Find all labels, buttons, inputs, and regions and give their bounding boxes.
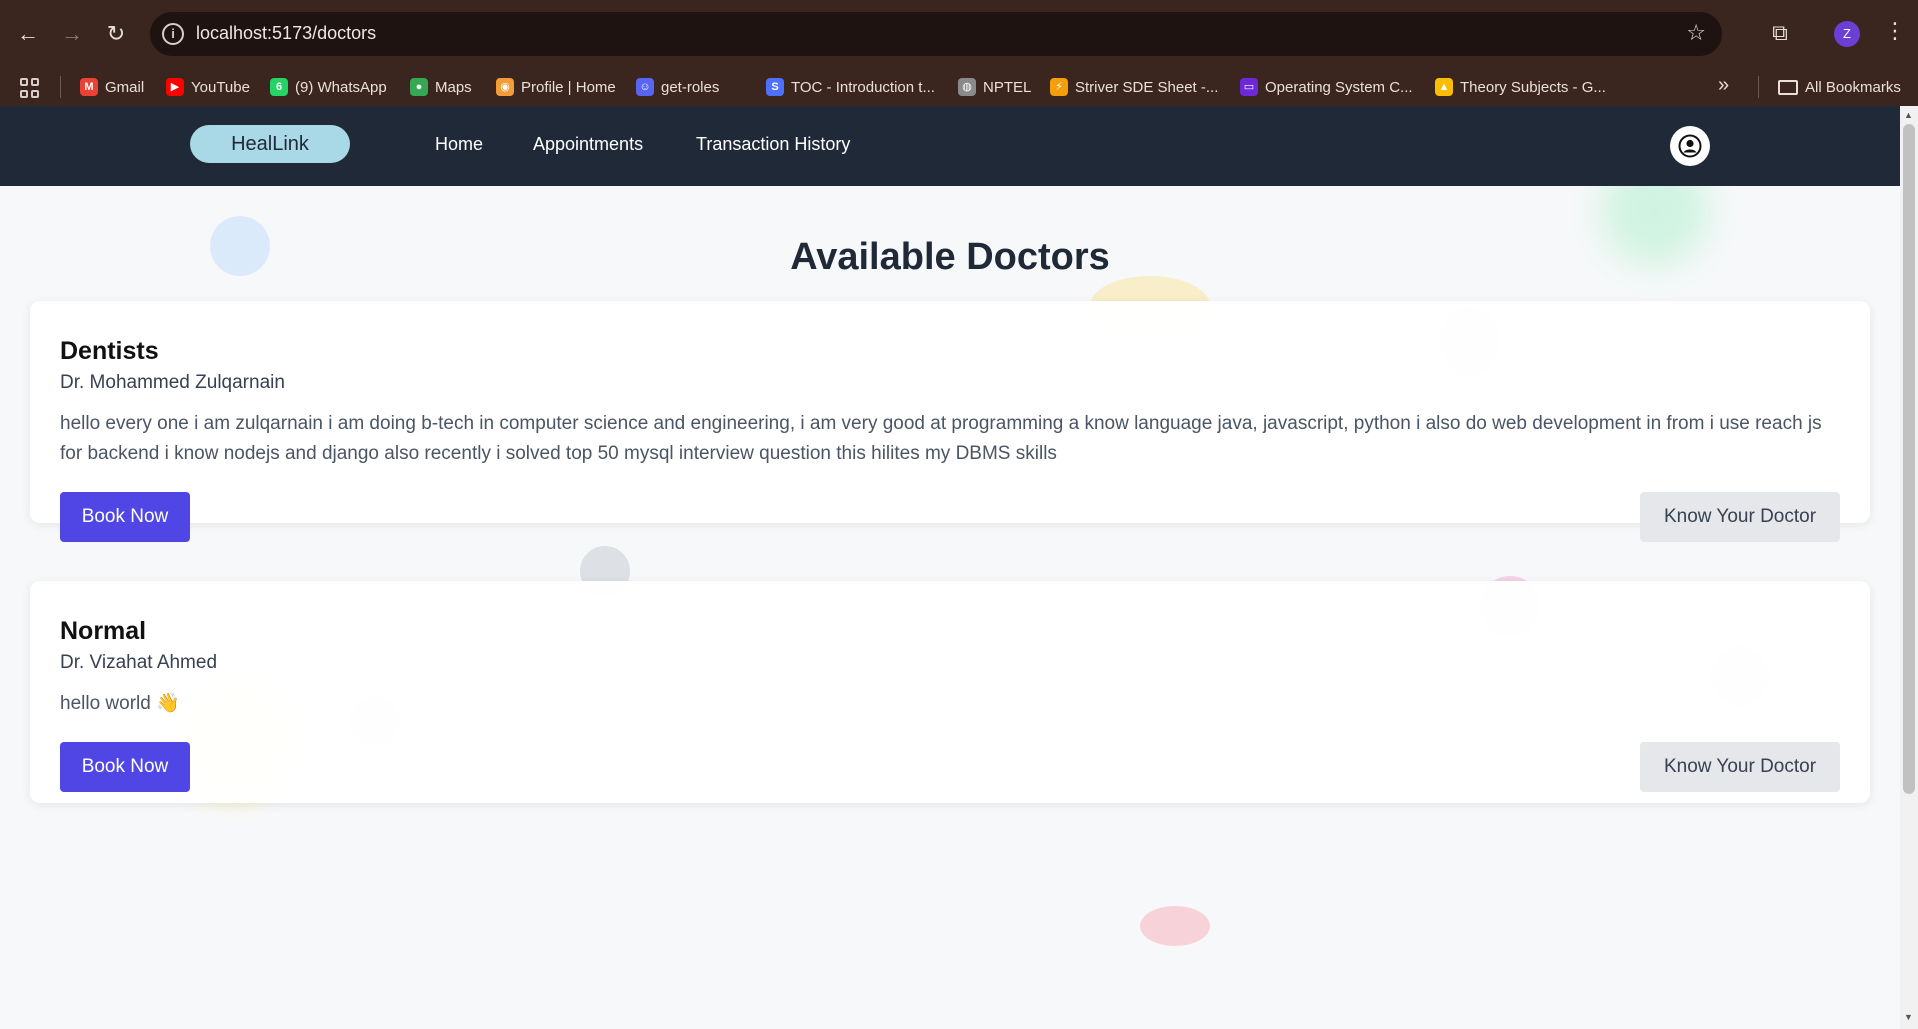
more-bookmarks-icon[interactable]: » — [1718, 74, 1729, 97]
url-text[interactable]: localhost:5173/doctors — [196, 23, 376, 44]
maps-icon: ● — [410, 78, 428, 96]
know-your-doctor-button[interactable]: Know Your Doctor — [1640, 742, 1840, 792]
doctor-name: Dr. Mohammed Zulqarnain — [60, 372, 285, 393]
bookmark-label: Maps — [435, 78, 472, 96]
profile-site-icon: ◉ — [496, 78, 514, 96]
browser-profile-avatar[interactable]: Z — [1834, 21, 1860, 47]
scroll-down-arrow-icon[interactable]: ▼ — [1904, 1012, 1913, 1022]
bookmark-label: Striver SDE Sheet -... — [1075, 78, 1219, 96]
bookmark-label: (9) WhatsApp — [295, 78, 387, 96]
bookmark-label: TOC - Introduction t... — [791, 78, 935, 96]
address-bar[interactable]: i localhost:5173/doctors ☆ — [150, 12, 1722, 56]
nav-link-appointments[interactable]: Appointments — [533, 134, 643, 155]
site-info-icon[interactable]: i — [162, 23, 184, 45]
all-bookmarks-button[interactable]: All Bookmarks — [1778, 68, 1901, 106]
bookmark-item[interactable]: ◉ Profile | Home — [496, 68, 616, 106]
browser-menu-icon[interactable]: ⋮ — [1884, 18, 1906, 44]
os-course-icon: ▭ — [1240, 78, 1258, 96]
doctor-name: Dr. Vizahat Ahmed — [60, 652, 218, 673]
bookmark-label: Profile | Home — [521, 78, 616, 96]
brand-logo-button[interactable]: HealLink — [190, 125, 350, 163]
bookmark-item[interactable]: ▶ YouTube — [166, 68, 250, 106]
bookmark-label: Theory Subjects - G... — [1460, 78, 1606, 96]
striver-icon: ⚡ — [1050, 78, 1068, 96]
doctor-card: Normal Dr. Vizahat Ahmed hello world 👋 B… — [30, 581, 1870, 803]
back-arrow-icon[interactable]: ← — [12, 18, 44, 50]
apps-grid-icon[interactable] — [20, 78, 40, 98]
bookmark-label: Gmail — [105, 78, 145, 96]
bookmark-item[interactable]: 6 (9) WhatsApp — [270, 68, 387, 106]
forward-arrow-icon[interactable]: → — [56, 18, 88, 50]
doctor-category: Dentists — [60, 337, 159, 365]
page-title: Available Doctors — [790, 236, 1110, 278]
scroll-up-arrow-icon[interactable]: ▲ — [1904, 110, 1913, 120]
book-now-button[interactable]: Book Now — [60, 492, 190, 542]
folder-icon — [1778, 79, 1798, 95]
bookmark-item[interactable]: ◍ NPTEL — [958, 68, 1031, 106]
page-viewport: HealLink Home Appointments Transaction H… — [0, 106, 1900, 1029]
bookmark-label: Operating System C... — [1265, 78, 1413, 96]
know-your-doctor-button[interactable]: Know Your Doctor — [1640, 492, 1840, 542]
bookmark-label: NPTEL — [983, 78, 1032, 96]
bookmark-star-icon[interactable]: ☆ — [1686, 20, 1706, 46]
browser-toolbar: ← → ↻ i localhost:5173/doctors ☆ ⧉ Z ⋮ — [0, 0, 1918, 68]
user-circle-icon — [1678, 134, 1702, 158]
gmail-icon: M — [80, 78, 98, 96]
doctor-card: Dentists Dr. Mohammed Zulqarnain hello e… — [30, 301, 1870, 542]
whatsapp-icon: 6 — [270, 78, 288, 96]
bookmark-item[interactable]: S TOC - Introduction t... — [766, 68, 935, 106]
nptel-icon: ◍ — [958, 78, 976, 96]
reload-icon[interactable]: ↻ — [100, 18, 132, 50]
bookmarks-divider — [60, 76, 61, 98]
nav-link-transaction-history[interactable]: Transaction History — [696, 134, 850, 155]
doctor-description: hello every one i am zulqarnain i am doi… — [60, 413, 1822, 464]
toc-site-icon: S — [766, 78, 784, 96]
bookmark-item[interactable]: ▲ Theory Subjects - G... — [1435, 68, 1606, 106]
book-now-button[interactable]: Book Now — [60, 742, 190, 792]
all-bookmarks-label: All Bookmarks — [1805, 78, 1901, 96]
page-scrollbar[interactable]: ▲ ▼ — [1900, 106, 1918, 1029]
bookmark-item[interactable]: ☺ get-roles — [636, 68, 719, 106]
scrollbar-thumb[interactable] — [1903, 124, 1915, 794]
background-decoration — [1140, 906, 1210, 946]
doctor-category: Normal — [60, 617, 147, 645]
bookmark-item[interactable]: ⚡ Striver SDE Sheet -... — [1050, 68, 1218, 106]
bookmark-label: YouTube — [191, 78, 250, 96]
user-account-button[interactable] — [1670, 126, 1710, 166]
bookmarks-bar: M Gmail ▶ YouTube 6 (9) WhatsApp ● Maps ◉ Profile… — [0, 68, 1918, 106]
app-navbar: HealLink Home Appointments Transaction H… — [0, 106, 1900, 186]
doctor-description: hello world 👋 — [60, 693, 180, 714]
extensions-icon[interactable]: ⧉ — [1766, 20, 1794, 48]
bookmark-label: get-roles — [661, 78, 720, 96]
bookmarks-divider — [1758, 76, 1759, 98]
bookmark-item[interactable]: ▭ Operating System C... — [1240, 68, 1413, 106]
bookmark-item[interactable]: ● Maps — [410, 68, 472, 106]
nav-link-home[interactable]: Home — [435, 134, 483, 155]
bookmark-item[interactable]: M Gmail — [80, 68, 144, 106]
drive-icon: ▲ — [1435, 78, 1453, 96]
discord-icon: ☺ — [636, 78, 654, 96]
browser-chrome: ← → ↻ i localhost:5173/doctors ☆ ⧉ Z ⋮ M… — [0, 0, 1918, 106]
youtube-icon: ▶ — [166, 78, 184, 96]
